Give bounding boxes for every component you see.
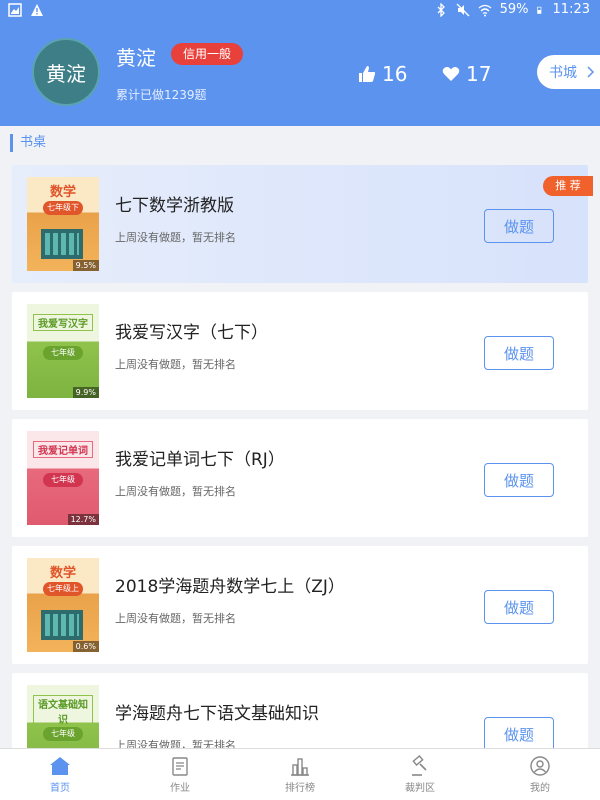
cover-subject: 我爱写汉字 [33, 314, 93, 331]
cover-illustration [41, 229, 83, 259]
bluetooth-icon [437, 2, 445, 17]
homework-icon [172, 757, 188, 776]
cover-subject: 我爱记单词 [33, 441, 93, 458]
tab-label: 我的 [530, 783, 550, 794]
tab-ranking[interactable]: 排行榜 [240, 749, 360, 800]
book-card[interactable]: 数学 七年级下 9.5% 七下数学浙教版 上周没有做题，暂无排名 做题 推 荐 [12, 165, 593, 283]
book-title: 七下数学浙教版 [115, 196, 234, 216]
likes-stat[interactable]: 16 [358, 62, 407, 86]
cover-grade: 七年级下 [43, 201, 83, 215]
tab-home[interactable]: 首页 [0, 749, 120, 800]
hearts-count: 17 [466, 62, 492, 86]
image-notification-icon [8, 3, 22, 17]
tab-judge[interactable]: 裁判区 [360, 749, 480, 800]
tab-label: 作业 [170, 783, 190, 794]
recommend-badge: 推 荐 [543, 176, 593, 196]
book-cover[interactable]: 我爱写汉字 七年级 9.9% [27, 304, 99, 398]
tab-label: 裁判区 [405, 783, 435, 794]
book-title: 我爱写汉字（七下） [115, 323, 268, 343]
cover-progress: 12.7% [67, 514, 99, 525]
cover-progress: 9.9% [72, 387, 99, 398]
cover-progress: 9.5% [72, 260, 99, 271]
mute-icon [456, 3, 470, 16]
clock: 11:23 [552, 2, 590, 17]
cover-grade: 七年级上 [43, 582, 83, 596]
cover-grade: 七年级 [43, 473, 83, 487]
tab-homework[interactable]: 作业 [120, 749, 240, 800]
status-bar: 59% 11:23 [0, 0, 600, 22]
do-exercise-button[interactable]: 做题 [484, 209, 554, 243]
book-rank-status: 上周没有做题，暂无排名 [115, 612, 236, 625]
profile-icon [530, 756, 550, 776]
home-icon [50, 757, 70, 775]
avatar[interactable]: 黄淀 [32, 38, 100, 106]
ranking-icon [291, 758, 309, 776]
bookstore-button[interactable]: 书城 [537, 55, 600, 89]
user-name: 黄淀 [116, 46, 156, 70]
cover-illustration [41, 610, 83, 640]
bottom-tab-bar: 首页 作业 排行榜 裁判区 我的 [0, 748, 600, 800]
do-exercise-button[interactable]: 做题 [484, 336, 554, 370]
judge-icon [412, 755, 427, 776]
book-card[interactable]: 我爱记单词 七年级 12.7% 我爱记单词七下（RJ） 上周没有做题，暂无排名 … [12, 419, 588, 537]
do-exercise-button[interactable]: 做题 [484, 717, 554, 751]
hearts-stat[interactable]: 17 [442, 62, 491, 86]
do-exercise-button[interactable]: 做题 [484, 590, 554, 624]
do-exercise-button[interactable]: 做题 [484, 463, 554, 497]
book-cover[interactable]: 数学 七年级上 0.6% [27, 558, 99, 652]
profile-header: 黄淀 黄淀 信用一般 累计已做1239题 16 17 书城 [0, 22, 600, 126]
wifi-icon [478, 4, 492, 16]
cover-subject: 数学 [49, 185, 76, 200]
cover-subject: 数学 [49, 566, 76, 581]
credit-badge[interactable]: 信用一般 [171, 43, 244, 65]
book-cover[interactable]: 数学 七年级下 9.5% [27, 177, 99, 271]
battery-percent: 59% [499, 2, 529, 17]
book-rank-status: 上周没有做题，暂无排名 [115, 358, 236, 371]
book-rank-status: 上周没有做题，暂无排名 [115, 231, 236, 244]
book-card[interactable]: 我爱写汉字 七年级 9.9% 我爱写汉字（七下） 上周没有做题，暂无排名 做题 [12, 292, 588, 410]
tab-label: 首页 [50, 783, 70, 794]
thumbs-up-icon [359, 66, 376, 82]
desk-section-title: 书桌 [10, 134, 46, 152]
chevron-right-icon [587, 66, 595, 78]
battery-icon [536, 6, 541, 14]
cover-progress: 0.6% [72, 641, 99, 652]
tab-label: 排行榜 [285, 783, 315, 794]
heart-icon [442, 67, 460, 81]
tab-profile[interactable]: 我的 [480, 749, 600, 800]
bookstore-label: 书城 [549, 65, 577, 81]
questions-done-count: 累计已做1239题 [116, 88, 207, 102]
likes-count: 16 [382, 62, 408, 86]
book-title: 我爱记单词七下（RJ） [115, 450, 285, 470]
warning-icon [31, 4, 43, 16]
book-title: 学海题舟七下语文基础知识 [115, 704, 319, 724]
cover-grade: 七年级 [43, 346, 83, 360]
cover-grade: 七年级 [43, 727, 83, 741]
book-title: 2018学海题舟数学七上（ZJ） [115, 577, 345, 597]
book-rank-status: 上周没有做题，暂无排名 [115, 485, 236, 498]
book-cover[interactable]: 我爱记单词 七年级 12.7% [27, 431, 99, 525]
cover-subject: 语文基础知识 [33, 695, 93, 727]
book-card[interactable]: 数学 七年级上 0.6% 2018学海题舟数学七上（ZJ） 上周没有做题，暂无排… [12, 546, 588, 664]
